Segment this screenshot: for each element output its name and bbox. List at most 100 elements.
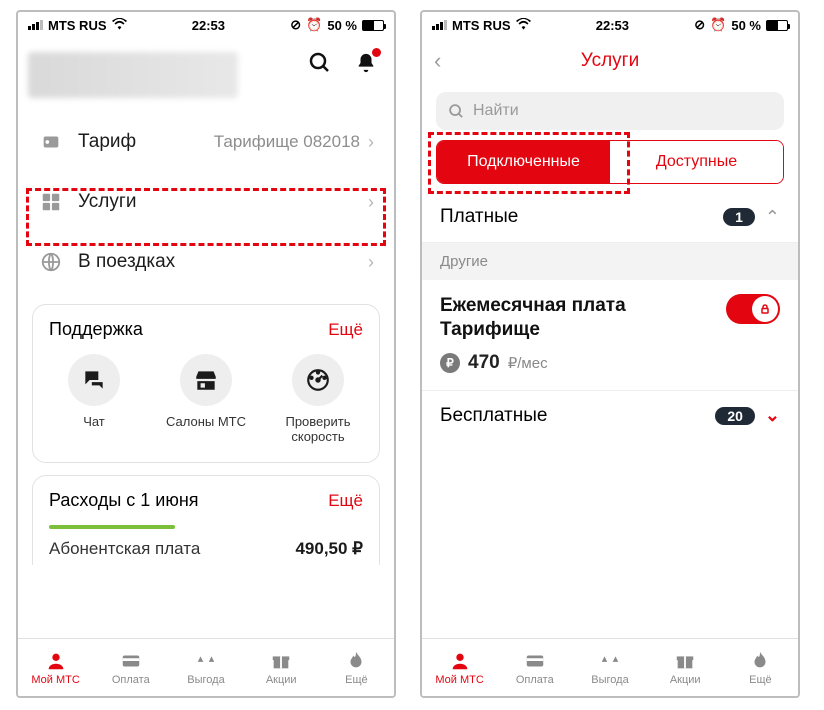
search-wrap: Найти <box>422 84 798 140</box>
gift-icon <box>270 650 292 672</box>
ruble-icon: ₽ <box>440 353 460 373</box>
page-title: Услуги <box>581 50 639 72</box>
support-stores[interactable]: Салоны МТС <box>161 354 251 444</box>
alarm-icon: ⏰ <box>306 17 322 33</box>
nav-promo[interactable]: Акции <box>244 639 319 696</box>
services-icon <box>38 189 64 215</box>
nav-benefit[interactable]: Выгода <box>572 639 647 696</box>
expense-line-value: 490,50 ₽ <box>295 539 363 559</box>
rotation-lock-icon: ⊘ <box>290 17 301 33</box>
support-item-label: Салоны МТС <box>161 414 251 429</box>
nav-label: Оплата <box>112 674 150 686</box>
chevron-right-icon: › <box>368 252 374 273</box>
support-more-link[interactable]: Ещё <box>328 320 363 340</box>
nav-label: Выгода <box>187 674 224 686</box>
paid-count-badge: 1 <box>723 208 755 226</box>
gauge-icon <box>292 354 344 406</box>
signal-icon <box>28 20 43 30</box>
section-free[interactable]: Бесплатные 20 ⌄ <box>422 391 798 441</box>
alarm-icon: ⏰ <box>710 17 726 33</box>
chevron-right-icon: › <box>368 192 374 213</box>
blurred-header <box>28 52 238 98</box>
expenses-title: Расходы с 1 июня <box>49 490 199 511</box>
nav-label: Ещё <box>749 674 772 686</box>
flame-icon <box>749 650 771 672</box>
person-icon <box>449 650 471 672</box>
search-icon <box>448 103 465 120</box>
battery-pct: 50 % <box>731 18 761 33</box>
battery-icon <box>766 20 788 31</box>
row-services[interactable]: Услуги › <box>18 172 394 232</box>
bottom-nav: Мой МТС Оплата Выгода Акции Ещё <box>422 638 798 696</box>
service-unit: ₽/мес <box>508 354 548 372</box>
gift-icon <box>674 650 696 672</box>
phone-left: MTS RUS 22:53 ⊘ ⏰ 50 % Тариф Тарифище 0 <box>16 10 396 698</box>
nav-label: Ещё <box>345 674 368 686</box>
nav-pay[interactable]: Оплата <box>497 639 572 696</box>
header: ‹ Услуги <box>422 38 798 84</box>
expense-line-label: Абонентская плата <box>49 539 200 559</box>
scales-icon <box>195 650 217 672</box>
section-label: Бесплатные <box>440 405 547 427</box>
menu-list: Тариф Тарифище 082018 › Услуги › В поезд… <box>18 106 394 292</box>
nav-label: Мой МТС <box>31 674 79 686</box>
support-chat[interactable]: Чат <box>49 354 139 444</box>
service-price: 470 <box>468 352 500 374</box>
row-roaming[interactable]: В поездках › <box>18 232 394 292</box>
nav-my-mts[interactable]: Мой МТС <box>422 639 497 696</box>
row-tariff[interactable]: Тариф Тарифище 082018 › <box>18 112 394 172</box>
service-name: Ежемесячная плата Тарифище <box>440 294 680 342</box>
signal-icon <box>432 20 447 30</box>
person-icon <box>45 650 67 672</box>
nav-more[interactable]: Ещё <box>319 639 394 696</box>
nav-promo[interactable]: Акции <box>648 639 723 696</box>
chevron-up-icon: ⌃ <box>765 207 780 228</box>
row-label: Услуги <box>78 191 368 213</box>
row-value: Тарифище 082018 <box>214 132 360 152</box>
scales-icon <box>599 650 621 672</box>
segmented-control: Подключенные Доступные <box>436 140 784 184</box>
bottom-nav: Мой МТС Оплата Выгода Акции Ещё <box>18 638 394 696</box>
support-title: Поддержка <box>49 319 143 340</box>
chevron-down-icon: ⌄ <box>765 405 780 426</box>
sim-icon <box>38 129 64 155</box>
nav-benefit[interactable]: Выгода <box>168 639 243 696</box>
section-label: Платные <box>440 206 518 228</box>
status-bar: MTS RUS 22:53 ⊘ ⏰ 50 % <box>18 12 394 38</box>
chat-icon <box>68 354 120 406</box>
free-count-badge: 20 <box>715 407 755 425</box>
bell-icon[interactable] <box>352 49 380 77</box>
wifi-icon <box>112 18 127 33</box>
support-speedtest[interactable]: Проверить скорость <box>273 354 363 444</box>
support-card: Поддержка Ещё Чат Салоны МТС Проверить с… <box>32 304 380 463</box>
rotation-lock-icon: ⊘ <box>694 17 705 33</box>
status-bar: MTS RUS 22:53 ⊘ ⏰ 50 % <box>422 12 798 38</box>
battery-icon <box>362 20 384 31</box>
clock: 22:53 <box>192 18 225 33</box>
expenses-card: Расходы с 1 июня Ещё Абонентская плата 4… <box>32 475 380 565</box>
globe-icon <box>38 249 64 275</box>
nav-label: Оплата <box>516 674 554 686</box>
expenses-more-link[interactable]: Ещё <box>328 491 363 511</box>
nav-more[interactable]: Ещё <box>723 639 798 696</box>
store-icon <box>180 354 232 406</box>
segment-available[interactable]: Доступные <box>610 141 783 183</box>
nav-label: Выгода <box>591 674 628 686</box>
section-paid[interactable]: Платные 1 ⌃ <box>422 192 798 243</box>
nav-pay[interactable]: Оплата <box>93 639 168 696</box>
battery-pct: 50 % <box>327 18 357 33</box>
carrier-label: MTS RUS <box>48 18 107 33</box>
nav-my-mts[interactable]: Мой МТС <box>18 639 93 696</box>
support-item-label: Чат <box>49 414 139 429</box>
row-label: Тариф <box>78 131 214 153</box>
service-toggle[interactable] <box>726 294 780 324</box>
segment-connected[interactable]: Подключенные <box>437 141 610 183</box>
lock-icon <box>752 296 778 322</box>
flame-icon <box>345 650 367 672</box>
back-button[interactable]: ‹ <box>434 48 441 74</box>
group-other: Другие <box>422 243 798 280</box>
search-input[interactable]: Найти <box>436 92 784 130</box>
phone-right: MTS RUS 22:53 ⊘ ⏰ 50 % ‹ Услуги Найти По… <box>420 10 800 698</box>
chevron-right-icon: › <box>368 132 374 153</box>
search-icon[interactable] <box>306 49 334 77</box>
